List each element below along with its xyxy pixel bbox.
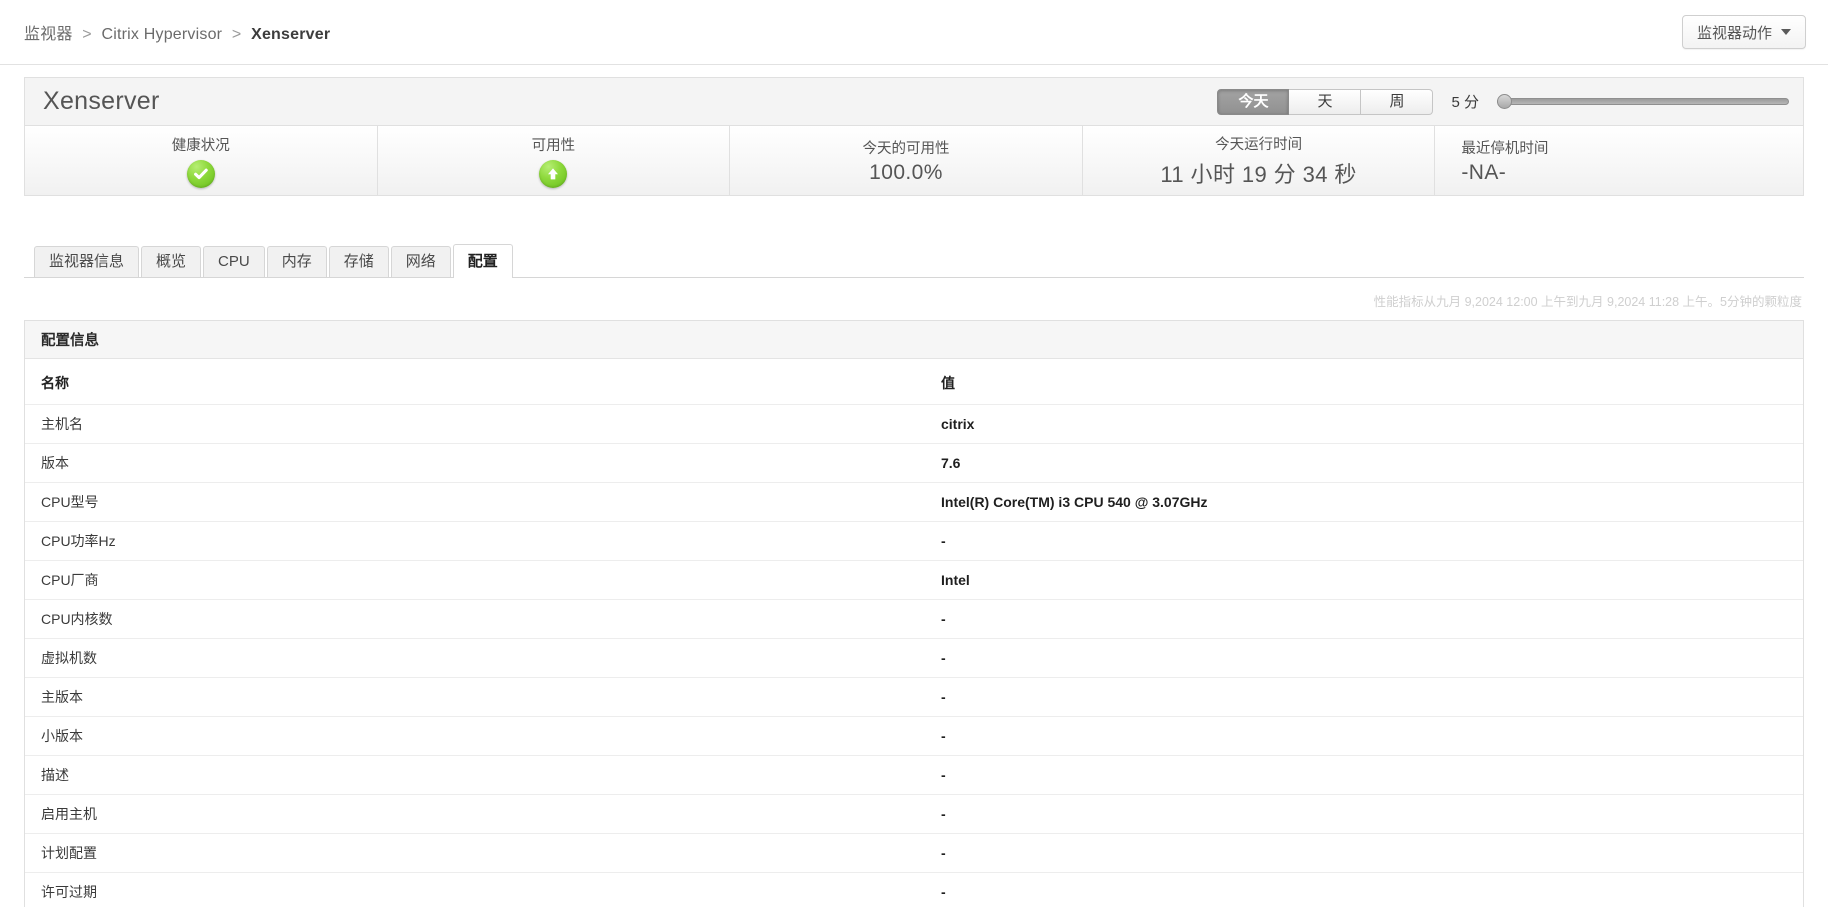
table-row: 许可过期 - [25,873,1803,907]
table-row: CPU型号 Intel(R) Core(TM) i3 CPU 540 @ 3.0… [25,482,1803,522]
breadcrumb-separator: > [231,26,242,43]
title-row: Xenserver 今天 天 周 5 分 [24,77,1804,125]
status-card-health: 健康状况 [25,126,378,195]
tab-memory[interactable]: 内存 [266,246,327,277]
time-range-week[interactable]: 周 [1361,88,1434,115]
page-body: Xenserver 今天 天 周 5 分 健康状况 可用性 今天的可用性 100… [0,77,1828,907]
status-card-health-label: 健康状况 [171,137,230,154]
status-card-availability-label: 可用性 [531,137,576,154]
row-name: 描述 [25,755,925,795]
status-card-today-availability-value: 100.0% [869,160,943,184]
row-value: Intel(R) Core(TM) i3 CPU 540 @ 3.07GHz [925,482,1803,522]
row-name: CPU型号 [25,482,925,522]
monitor-actions-button[interactable]: 监视器动作 [1681,15,1806,49]
top-bar: 监视器 > Citrix Hypervisor > Xenserver 监视器动… [0,0,1828,65]
table-row: 计划配置 - [25,833,1803,873]
row-name: 启用主机 [25,794,925,834]
row-name: 主机名 [25,404,925,444]
row-value: - [925,716,1803,756]
tab-network[interactable]: 网络 [390,246,451,277]
status-card-today-uptime-label: 今天运行时间 [1215,136,1303,153]
range-tools: 今天 天 周 5 分 [1217,88,1789,115]
breadcrumb: 监视器 > Citrix Hypervisor > Xenserver [24,20,330,44]
row-name: 计划配置 [25,833,925,873]
configuration-table: 名称 值 主机名 citrix 版本 7.6 CPU型号 Intel(R) Co… [25,359,1803,907]
monitor-actions-label: 监视器动作 [1696,24,1772,42]
green-up-arrow-circle-icon [539,159,568,188]
column-header-value: 值 [925,359,1803,405]
granularity-slider[interactable] [1497,89,1789,115]
column-header-name: 名称 [25,359,925,405]
status-card-last-downtime-label: 最近停机时间 [1461,140,1549,157]
metrics-range-note: 性能指标从九月 9,2024 12:00 上午到九月 9,2024 11:28 … [1373,295,1802,309]
row-value: - [941,884,946,900]
tab-cpu[interactable]: CPU [203,246,265,277]
row-value: - [925,599,1803,639]
row-name: CPU功率Hz [25,521,925,561]
breadcrumb-separator: > [82,26,92,43]
status-card-today-availability: 今天的可用性 100.0% [730,126,1083,195]
status-card-last-downtime: 最近停机时间 -NA- [1435,126,1803,195]
slider-track[interactable] [1497,98,1789,105]
green-check-circle-icon [186,159,215,188]
row-name: 版本 [25,443,925,483]
status-card-today-availability-label: 今天的可用性 [862,140,950,157]
table-row: 启用主机 - [25,794,1803,834]
row-value: - [925,794,1803,834]
table-row: 主机名 citrix [25,404,1803,444]
time-range-day[interactable]: 天 [1289,88,1362,115]
table-row: CPU功率Hz - [25,521,1803,561]
tab-configuration[interactable]: 配置 [452,244,513,278]
table-row: 版本 7.6 [25,443,1803,483]
row-name: CPU厂商 [25,560,925,600]
slider-knob[interactable] [1497,94,1512,109]
breadcrumb-item-monitor[interactable]: 监视器 [24,26,73,43]
tab-storage[interactable]: 存储 [328,246,389,277]
row-name: 主版本 [25,677,925,717]
breadcrumb-item-xenserver: Xenserver [251,26,331,43]
granularity-label: 5 分 [1451,94,1479,111]
row-value: - [925,833,1803,873]
table-row: 小版本 - [25,716,1803,756]
status-card-today-uptime-value: 11 小时 19 分 34 秒 [1160,161,1357,187]
row-name: CPU内核数 [25,599,925,639]
breadcrumb-item-citrix-hypervisor[interactable]: Citrix Hypervisor [101,26,222,43]
configuration-panel-title: 配置信息 [41,333,99,349]
table-header-row: 名称 值 [25,359,1803,405]
row-name: 虚拟机数 [25,638,925,678]
configuration-panel-header: 配置信息 [25,321,1803,359]
row-value: 7.6 [925,443,1803,483]
row-name: 小版本 [25,716,925,756]
table-row: 虚拟机数 - [25,638,1803,678]
row-value: - [925,755,1803,795]
table-row: 描述 - [25,755,1803,795]
status-card-availability: 可用性 [378,126,731,195]
row-value: - [925,521,1803,561]
chevron-down-icon [1781,29,1791,35]
status-card-last-downtime-value: -NA- [1461,160,1507,184]
table-row: CPU厂商 Intel [25,560,1803,600]
status-cards: 健康状况 可用性 今天的可用性 100.0% 今天运行时间 11 小时 19 分… [24,125,1804,196]
status-card-today-uptime: 今天运行时间 11 小时 19 分 34 秒 [1083,126,1436,195]
table-row: 主版本 - [25,677,1803,717]
time-range-button-group: 今天 天 周 [1217,88,1434,115]
row-value: - [925,677,1803,717]
configuration-panel: 配置信息 名称 值 主机名 citrix 版本 7.6 CPU型号 Intel(… [24,320,1804,907]
tab-overview[interactable]: 概览 [141,246,202,277]
page-title: Xenserver [43,87,160,115]
tab-monitor-info[interactable]: 监视器信息 [34,246,140,277]
time-range-today[interactable]: 今天 [1217,88,1290,115]
table-row: CPU内核数 - [25,599,1803,639]
row-name: 许可过期 [41,884,97,900]
row-value: citrix [925,404,1803,444]
configuration-table-body: 主机名 citrix 版本 7.6 CPU型号 Intel(R) Core(TM… [25,404,1803,907]
row-value: - [925,638,1803,678]
tab-bar: 监视器信息 概览 CPU 内存 存储 网络 配置 [24,244,1804,278]
row-value: Intel [925,560,1803,600]
